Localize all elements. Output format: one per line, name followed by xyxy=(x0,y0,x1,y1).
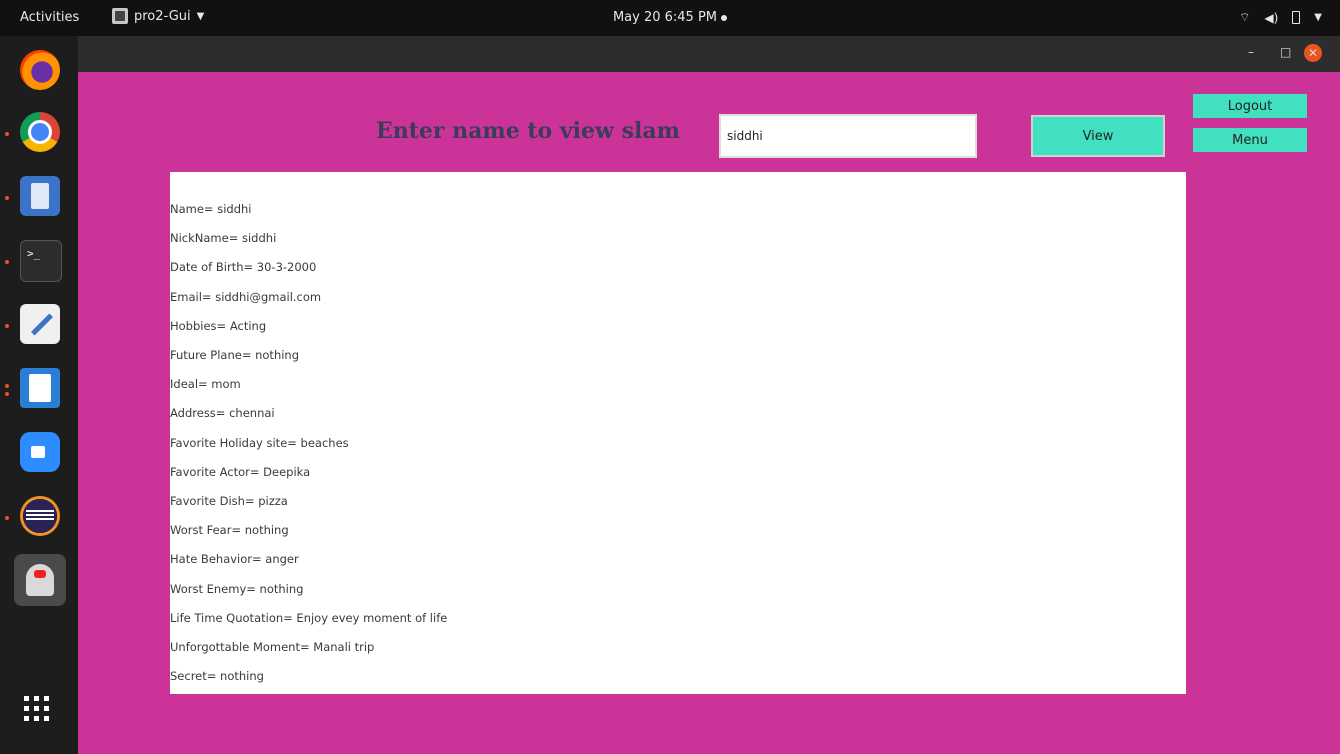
slam-field: Date of Birth= 30-3-2000 xyxy=(170,260,317,275)
zoom-icon[interactable] xyxy=(20,432,60,472)
maximize-button[interactable]: □ xyxy=(1280,45,1291,59)
dock: >_ xyxy=(0,36,78,754)
chrome-icon[interactable] xyxy=(20,112,60,152)
running-indicator xyxy=(5,516,9,520)
running-indicator xyxy=(5,392,9,396)
app-content: Enter name to view slam View Logout Menu… xyxy=(78,72,1340,754)
system-status-menu[interactable]: ⌔ ◀) ▼ xyxy=(1239,10,1322,25)
slam-field: NickName= siddhi xyxy=(170,231,277,246)
terminal-icon[interactable]: >_ xyxy=(20,240,62,282)
clock[interactable]: May 20 6:45 PM xyxy=(0,10,1340,25)
java-app-icon[interactable] xyxy=(14,554,66,606)
slam-field: Favorite Actor= Deepika xyxy=(170,464,311,479)
slam-field: Hobbies= Acting xyxy=(170,318,267,333)
close-button[interactable]: ✕ xyxy=(1304,44,1322,62)
running-indicator xyxy=(5,384,9,388)
name-search-input[interactable] xyxy=(719,114,977,158)
slam-field: Favorite Dish= pizza xyxy=(170,494,288,508)
logout-button[interactable]: Logout xyxy=(1193,94,1307,118)
running-indicator xyxy=(5,196,9,200)
wifi-icon: ⌔ xyxy=(1239,10,1251,24)
slam-field: Hate Behavior= anger xyxy=(170,552,299,567)
menu-button[interactable]: Menu xyxy=(1193,128,1307,152)
running-indicator xyxy=(5,324,9,328)
minimize-button[interactable]: – xyxy=(1248,45,1254,59)
slam-field: Name= siddhi xyxy=(170,202,252,216)
view-button[interactable]: View xyxy=(1031,115,1165,157)
slam-field: Email= siddhi@gmail.com xyxy=(170,289,322,304)
slam-field: Worst Fear= nothing xyxy=(170,523,289,538)
text-editor-icon[interactable] xyxy=(20,304,60,344)
slam-field: Address= chennai xyxy=(170,406,275,421)
slam-field: Unforgottable Moment= Manali trip xyxy=(170,640,375,654)
chevron-down-icon: ▼ xyxy=(1314,12,1322,23)
clock-label: May 20 6:45 PM xyxy=(612,10,718,25)
running-indicator xyxy=(5,132,9,136)
firefox-icon[interactable] xyxy=(20,50,60,90)
slam-field: Future Plane= nothing xyxy=(170,348,300,362)
window-title-bar[interactable]: – □ ✕ xyxy=(78,36,1340,72)
page-title: Enter name to view slam xyxy=(376,118,680,144)
volume-icon: ◀) xyxy=(1264,10,1279,25)
running-indicator xyxy=(5,260,9,264)
notification-dot-icon xyxy=(721,14,728,21)
slam-field: Life Time Quotation= Enjoy evey moment o… xyxy=(170,610,448,625)
slam-field: Ideal= mom xyxy=(170,377,241,392)
slam-field: Secret= nothing xyxy=(170,669,264,684)
show-apps-icon[interactable] xyxy=(24,696,54,726)
slam-field: Worst Enemy= nothing xyxy=(170,581,304,596)
files-icon[interactable] xyxy=(20,176,60,216)
eclipse-icon[interactable] xyxy=(20,496,60,536)
impress-icon[interactable] xyxy=(20,368,60,408)
battery-icon xyxy=(1292,11,1301,24)
slam-details-panel: Name= siddhi NickName= siddhi Date of Birt… xyxy=(170,172,1186,694)
gnome-top-bar: Activities pro2-Gui ▼ May 20 6:45 PM ⌔ ◀… xyxy=(0,0,1340,36)
slam-field: Favorite Holiday site= beaches xyxy=(170,435,349,450)
